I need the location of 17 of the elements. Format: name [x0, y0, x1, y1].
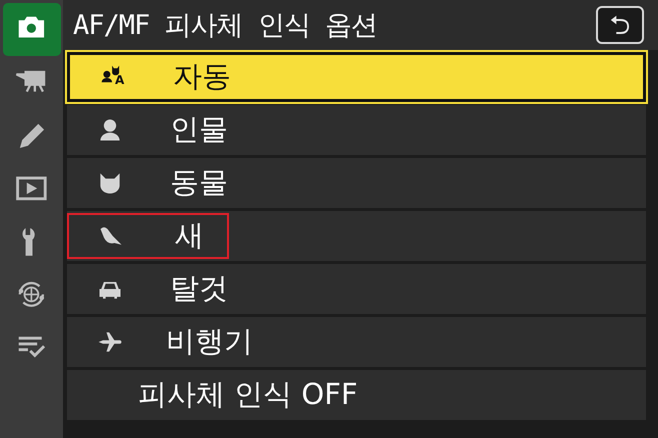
option-row[interactable]: 탈것: [67, 264, 646, 314]
option-label: 탈것: [170, 270, 228, 307]
option-label: 새: [175, 217, 204, 254]
option-row[interactable]: 인물: [67, 105, 646, 155]
menu-title: AF/MF 피사체 인식 옵션: [73, 9, 378, 43]
option-row[interactable]: A 자동: [67, 52, 646, 102]
back-button[interactable]: ⮌: [596, 6, 644, 44]
option-row[interactable]: 새: [67, 211, 646, 261]
option-label: 동물: [170, 164, 228, 201]
option-row[interactable]: 비행기: [67, 317, 646, 367]
option-label: 피사체 인식 OFF: [138, 376, 358, 413]
menu-tab[interactable]: [2, 3, 60, 56]
option-row[interactable]: 피사체 인식 OFF: [67, 370, 646, 420]
option-label: 비행기: [166, 323, 253, 360]
option-label: 인물: [170, 111, 228, 148]
option-row[interactable]: 동물: [67, 158, 646, 208]
option-label: 자동: [173, 58, 231, 95]
